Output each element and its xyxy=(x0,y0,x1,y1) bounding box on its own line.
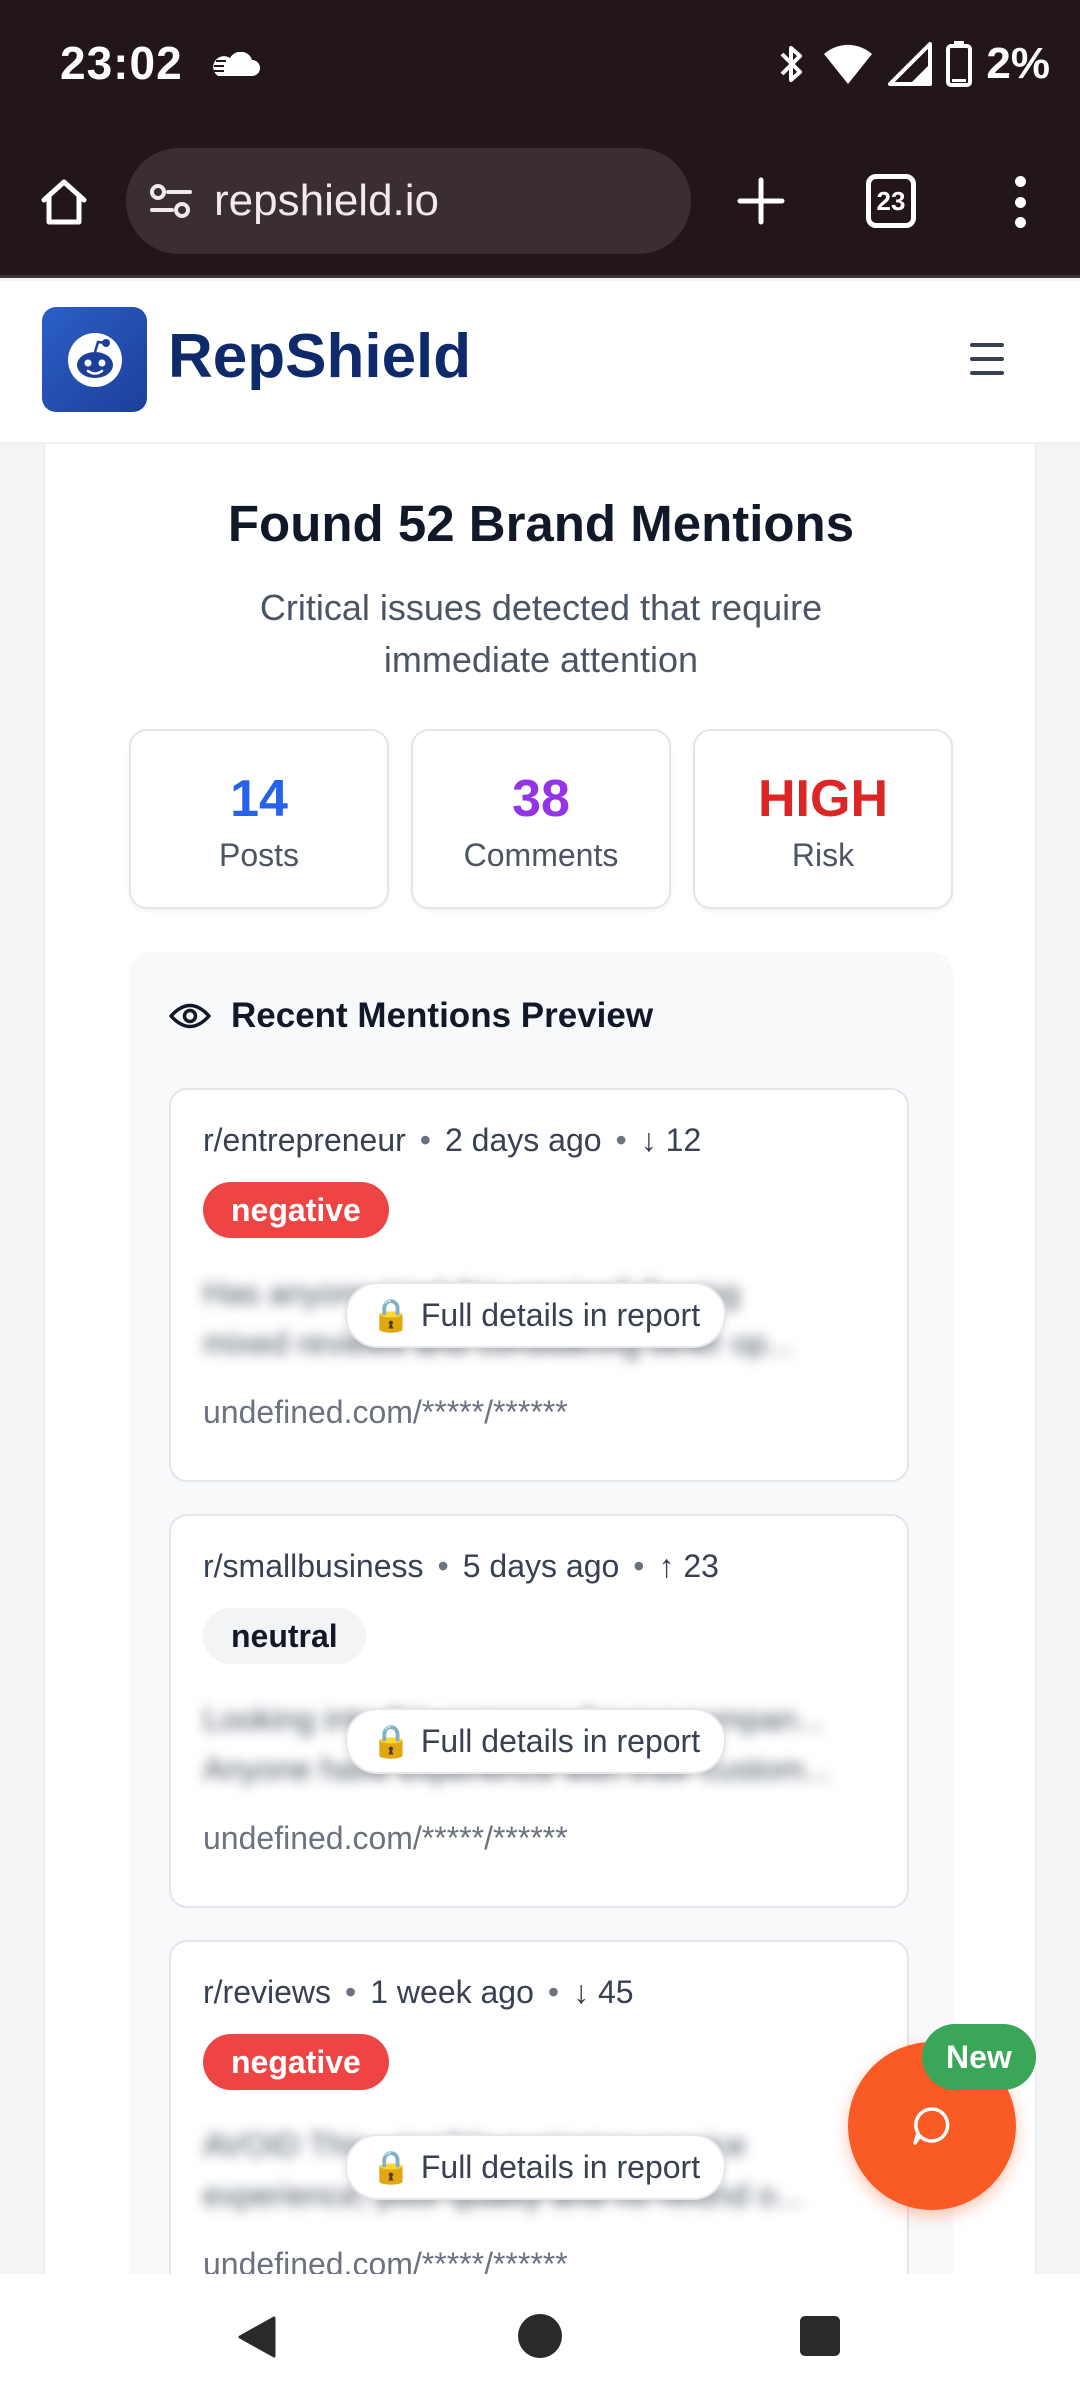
hamburger-icon[interactable] xyxy=(970,343,1004,375)
status-bar: 23:02 2% xyxy=(0,0,1080,130)
locked-details-pill[interactable]: 🔒 Full details in report xyxy=(345,1282,727,1348)
eye-icon xyxy=(169,1003,211,1029)
browser-toolbar: repshield.io 23 xyxy=(0,130,1080,278)
new-tab-button[interactable] xyxy=(728,168,794,234)
mentions-preview: Recent Mentions Preview r/entrepreneur • 2… xyxy=(129,952,953,2274)
url-text: repshield.io xyxy=(214,176,440,225)
more-vert-icon[interactable] xyxy=(1000,170,1040,234)
sentiment-badge: negative xyxy=(203,1182,389,1238)
battery-icon xyxy=(946,41,973,87)
site-header: RepShield xyxy=(0,281,1080,444)
stat-label: Risk xyxy=(791,837,855,873)
mention-url: undefined.com/*****/****** xyxy=(203,1820,568,1856)
lock-icon: 🔒 xyxy=(371,1723,411,1759)
mention-votes: 45 xyxy=(597,1974,634,2010)
reddit-shield-icon[interactable] xyxy=(42,307,147,412)
status-time: 23:02 xyxy=(60,37,183,89)
home-icon xyxy=(41,179,87,225)
vote-arrow-icon: ↓ xyxy=(573,1974,590,2010)
lock-icon: 🔒 xyxy=(371,2149,411,2185)
sentiment-badge: negative xyxy=(203,2034,389,2090)
mention-votes: 12 xyxy=(665,1122,702,1158)
status-icons: 2% xyxy=(776,34,1050,94)
bluetooth-icon xyxy=(780,46,803,82)
preview-title: Recent Mentions Preview xyxy=(231,996,654,1035)
new-badge[interactable]: New xyxy=(922,2024,1036,2090)
mention-subreddit: r/smallbusiness xyxy=(203,1548,424,1584)
stat-comments: 38 Comments xyxy=(411,729,671,909)
back-icon[interactable] xyxy=(236,2314,276,2360)
recents-icon[interactable] xyxy=(800,2316,840,2356)
stat-label: Comments xyxy=(463,837,619,873)
mention-subreddit: r/reviews xyxy=(203,1974,332,2010)
vote-arrow-icon: ↑ xyxy=(658,1548,675,1584)
mention-time: 2 days ago xyxy=(444,1122,602,1158)
preview-header: Recent Mentions Preview xyxy=(169,996,653,1036)
mention-url: undefined.com/*****/****** xyxy=(203,1394,568,1430)
home-circle-icon[interactable] xyxy=(518,2314,562,2358)
plus-icon xyxy=(737,177,785,225)
locked-details-pill[interactable]: 🔒 Full details in report xyxy=(345,2134,727,2200)
lock-icon: 🔒 xyxy=(371,1297,411,1333)
locked-details-pill[interactable]: 🔒 Full details in report xyxy=(345,1708,727,1774)
chat-icon xyxy=(913,2107,950,2145)
mention-subreddit: r/entrepreneur xyxy=(203,1122,406,1158)
site-settings-icon[interactable] xyxy=(148,178,194,224)
wifi-icon xyxy=(824,44,873,84)
home-button[interactable] xyxy=(30,168,98,236)
sentiment-badge: neutral xyxy=(203,1608,366,1664)
stat-value: 38 xyxy=(512,770,570,828)
system-nav-bar xyxy=(0,2274,1080,2400)
signal-icon xyxy=(888,42,933,86)
tab-count: 23 xyxy=(876,185,906,216)
mention-card[interactable]: r/reviews • 1 week ago • ↓ 45 negative AVOID… xyxy=(169,1940,909,2274)
mention-time: 5 days ago xyxy=(462,1548,620,1584)
mention-url: undefined.com/*****/****** xyxy=(203,2246,568,2274)
stat-value: 14 xyxy=(230,770,288,828)
mention-votes: 23 xyxy=(683,1548,719,1584)
brand-name[interactable]: RepShield xyxy=(168,321,471,392)
page-subtitle: Critical issues detected that require im… xyxy=(259,587,823,680)
mention-meta: r/smallbusiness • 5 days ago • ↑ 23 xyxy=(203,1548,719,1584)
stat-risk: HIGH Risk xyxy=(693,729,953,909)
mention-time: 1 week ago xyxy=(370,1974,534,2010)
address-bar[interactable]: repshield.io xyxy=(126,148,691,254)
battery-percent: 2% xyxy=(986,39,1050,88)
stat-value: HIGH xyxy=(758,770,888,828)
vote-arrow-icon: ↓ xyxy=(640,1122,657,1158)
mention-meta: r/reviews • 1 week ago • ↓ 45 xyxy=(203,1974,634,2010)
page-title: Found 52 Brand Mentions xyxy=(227,495,855,552)
mention-card[interactable]: r/entrepreneur • 2 days ago • ↓ 12 negative … xyxy=(169,1088,909,1482)
stat-label: Posts xyxy=(218,837,300,873)
results-card: Found 52 Brand Mentions Critical issues … xyxy=(44,444,1036,2274)
mention-meta: r/entrepreneur • 2 days ago • ↓ 12 xyxy=(203,1122,702,1158)
cloud-icon xyxy=(213,52,260,76)
tabs-icon[interactable]: 23 xyxy=(866,174,916,228)
mention-card[interactable]: r/smallbusiness • 5 days ago • ↑ 23 neutral … xyxy=(169,1514,909,1908)
stat-posts: 14 Posts xyxy=(129,729,389,909)
